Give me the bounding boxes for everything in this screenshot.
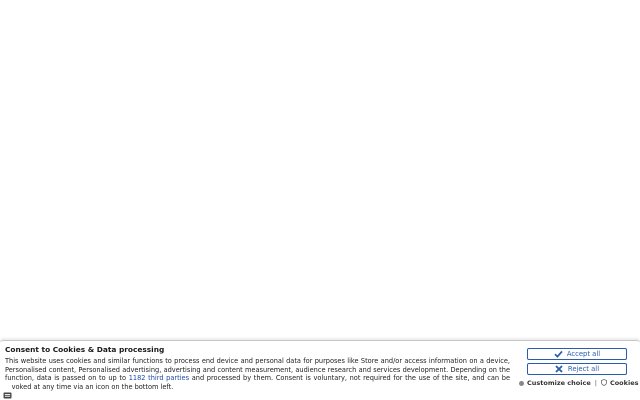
links-separator: | xyxy=(594,379,597,387)
reject-all-label: Reject all xyxy=(567,365,600,373)
consent-text: This website uses cookies and similar fu… xyxy=(5,357,510,391)
accept-all-button[interactable]: Accept all xyxy=(527,348,627,360)
third-parties-link[interactable]: 1182 third parties xyxy=(129,374,189,382)
page: Consent to Cookies & Data processing Thi… xyxy=(0,0,640,400)
cookie-settings-icon[interactable] xyxy=(3,384,12,399)
cookies-label: Cookies xyxy=(609,379,639,387)
cookies-link[interactable]: Cookies xyxy=(601,378,639,388)
check-icon xyxy=(554,350,563,359)
customize-choice-label: Customize choice xyxy=(527,379,591,387)
customize-choice-link[interactable]: Customize choice xyxy=(519,379,591,387)
consent-banner: Consent to Cookies & Data processing Thi… xyxy=(0,340,640,400)
shield-icon xyxy=(601,378,607,388)
consent-title: Consent to Cookies & Data processing xyxy=(5,345,165,354)
accept-all-label: Accept all xyxy=(566,350,601,358)
consent-links: Customize choice | Cookies xyxy=(519,378,639,388)
gear-icon xyxy=(519,380,524,386)
reject-all-button[interactable]: Reject all xyxy=(527,363,627,375)
x-icon xyxy=(555,365,564,374)
